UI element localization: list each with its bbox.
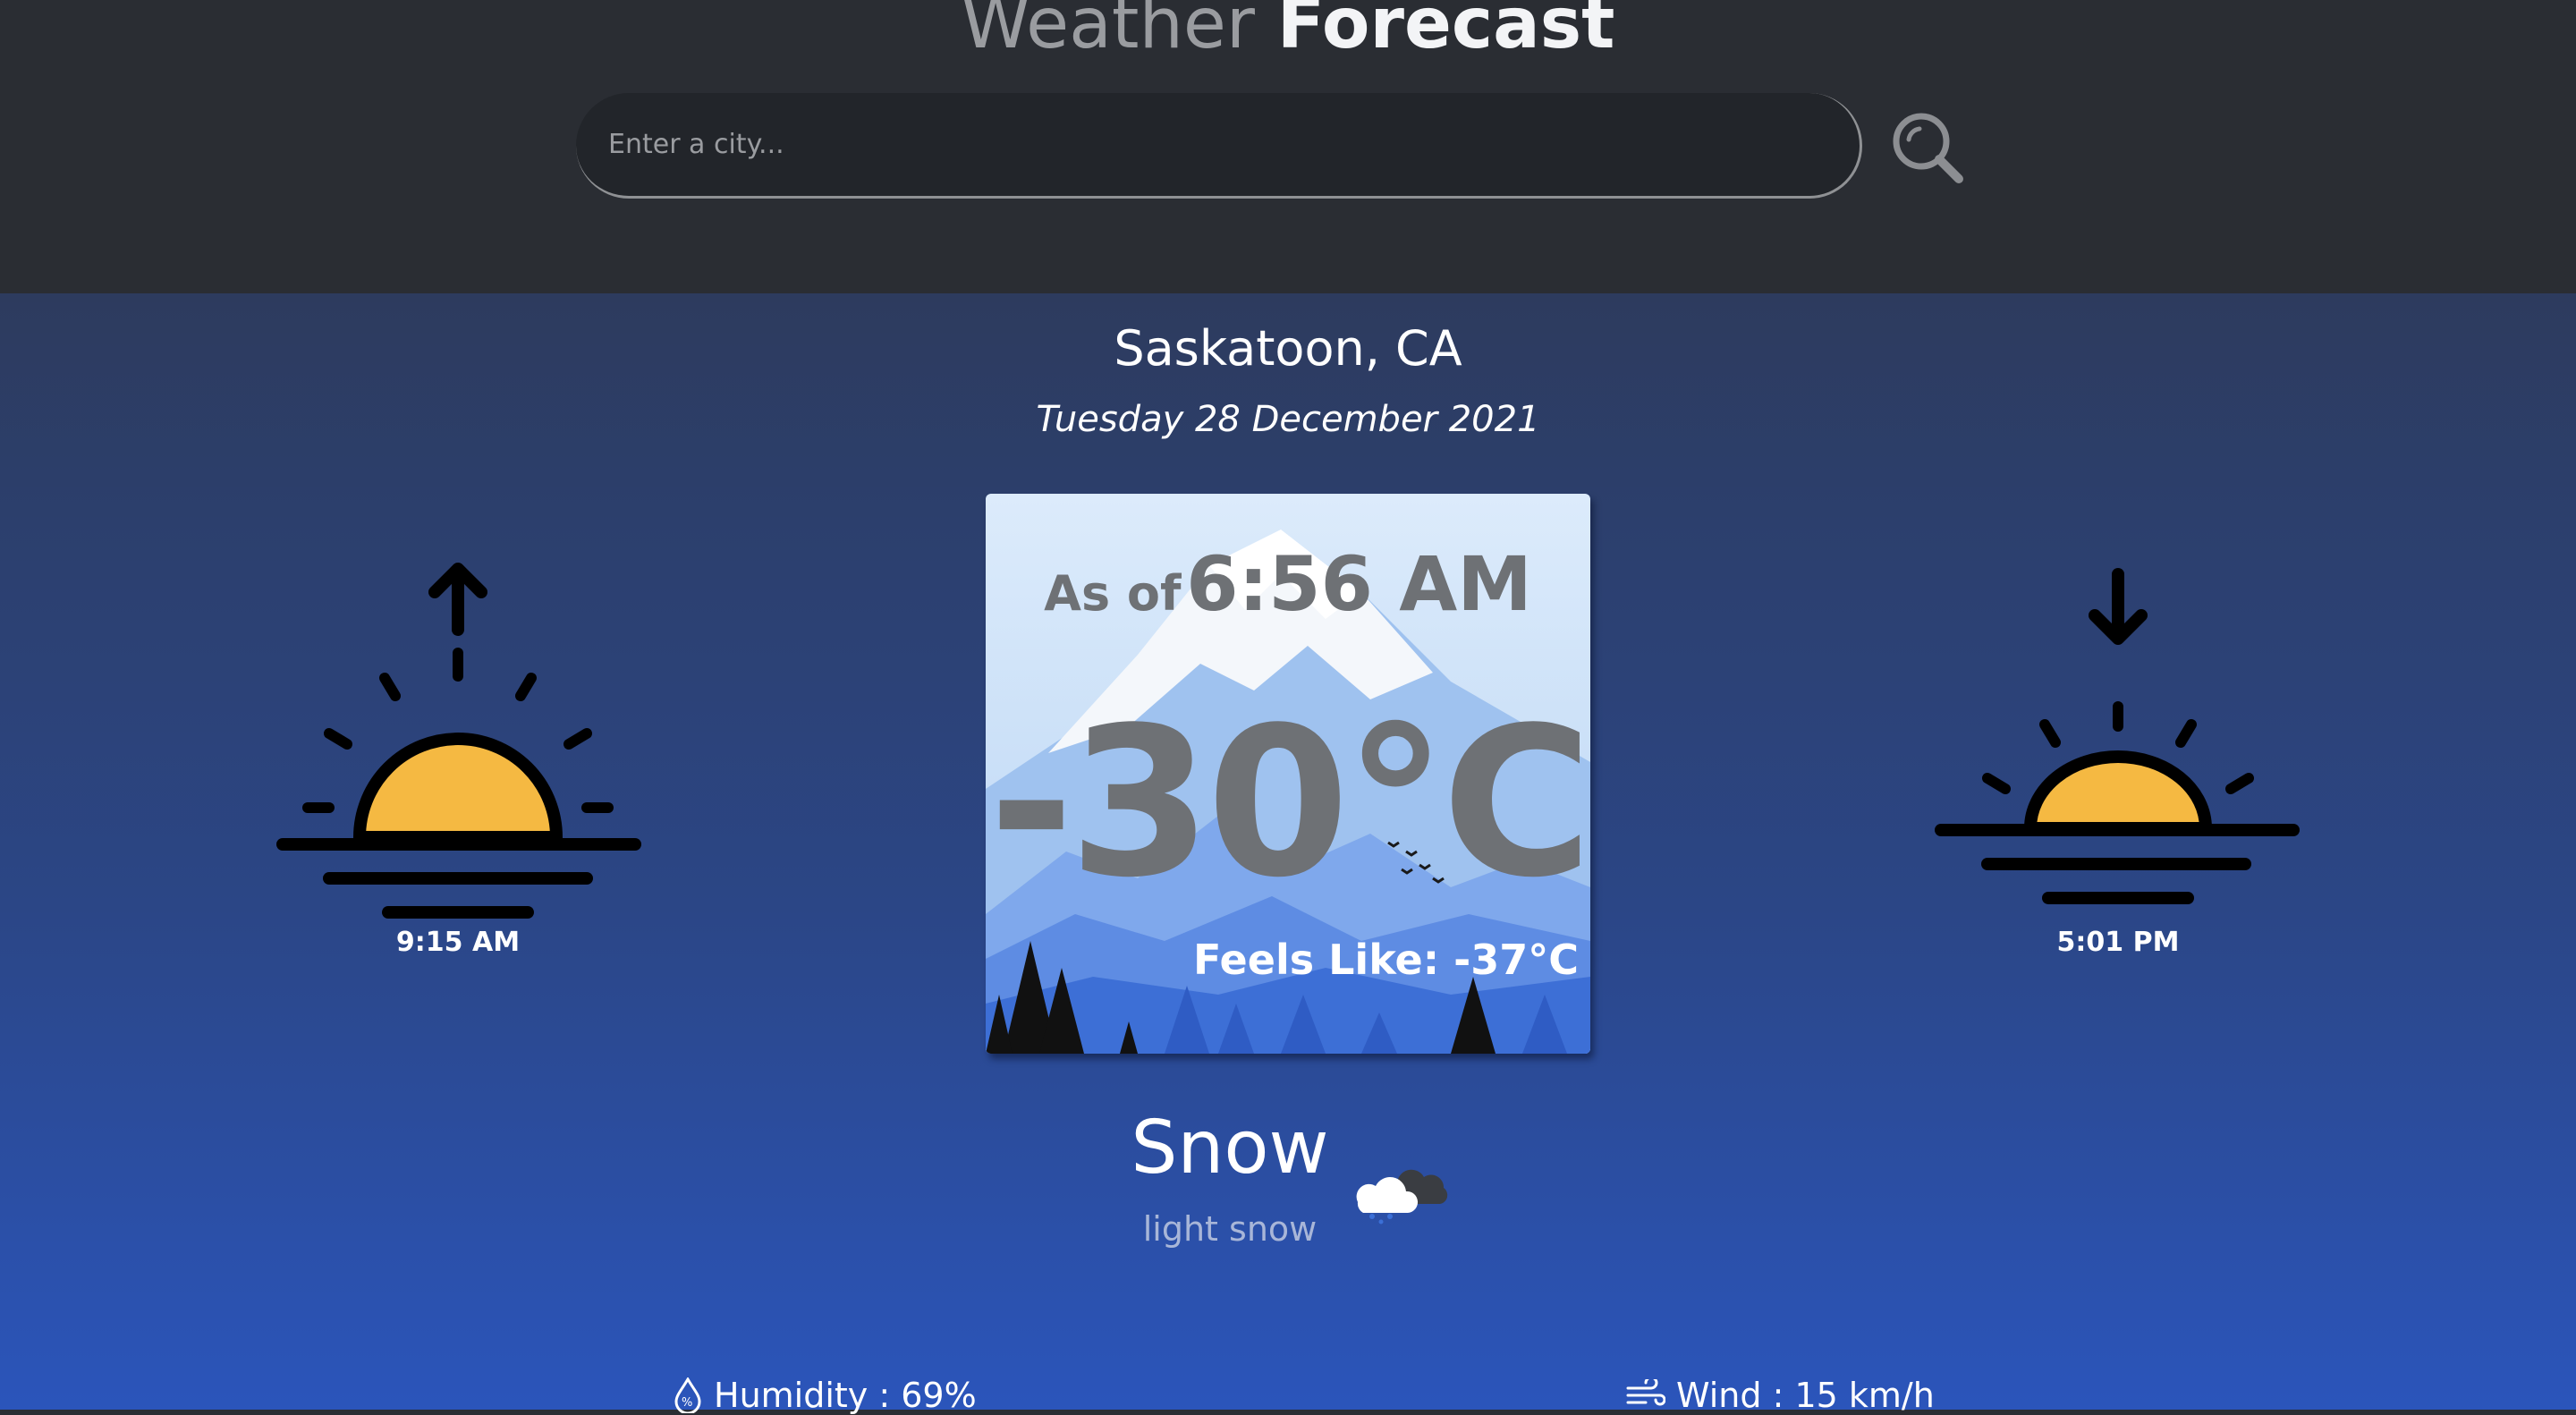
humidity-icon: % <box>674 1377 701 1413</box>
current-temperature: -30°C <box>988 684 1590 923</box>
sunset-block <box>1932 567 2302 907</box>
city-name: Saskatoon, CA <box>1114 320 1462 377</box>
humidity: % Humidity : 69% <box>673 1376 977 1415</box>
wind-icon <box>1626 1379 1665 1406</box>
wind-value: Wind : 15 km/h <box>1676 1376 1935 1415</box>
sunset-time: 5:01 PM <box>2056 927 2180 958</box>
forecast-date: Tuesday 28 December 2021 <box>1036 399 1540 440</box>
humidity-value: Humidity : 69% <box>714 1376 977 1415</box>
snow-cloud-icon <box>1356 1169 1448 1224</box>
app-title-forecast: Forecast <box>1276 0 1615 64</box>
feels-like: Feels Like: -37°C <box>1193 936 1580 984</box>
as-of-label: As of <box>1044 565 1182 622</box>
app-title-weather: Weather <box>961 0 1255 64</box>
svg-text:%: % <box>682 1396 692 1410</box>
search-box <box>576 93 1862 199</box>
sunrise-block <box>274 553 644 928</box>
sunset-icon <box>1935 568 2300 904</box>
sunrise-time: 9:15 AM <box>395 927 521 958</box>
sunrise-icon <box>276 563 641 919</box>
search-button[interactable] <box>1889 109 1966 186</box>
search-icon <box>1893 113 1963 183</box>
header: Weather Forecast <box>0 0 2576 293</box>
search-input[interactable] <box>606 93 1826 195</box>
as-of: As of 6:56 AM <box>986 540 1590 628</box>
condition-description: light snow <box>1142 1209 1318 1249</box>
as-of-time: 6:56 AM <box>1186 540 1532 628</box>
app-title: Weather Forecast <box>0 0 2576 59</box>
condition-main: Snow <box>1131 1106 1329 1190</box>
wind: Wind : 15 km/h <box>1626 1376 1935 1415</box>
